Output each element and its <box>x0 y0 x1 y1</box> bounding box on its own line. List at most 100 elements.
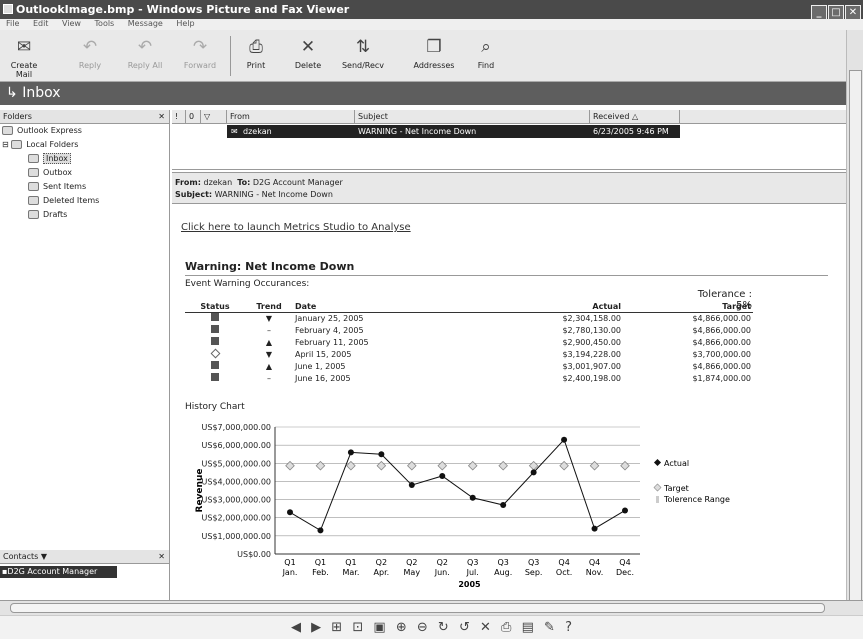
actual-point <box>439 472 446 479</box>
attachment-column[interactable]: 0 <box>186 110 201 123</box>
sent-items-icon <box>28 182 39 191</box>
delete-image-icon[interactable]: ✕ <box>480 620 491 635</box>
maximize-icon[interactable]: □ <box>828 5 844 19</box>
addresses-button[interactable]: ❐ Addresses <box>410 33 458 70</box>
folder-tree: Outlook Express ⊟ Local Folders Inbox Ou… <box>0 124 169 222</box>
flag-column[interactable]: ▽ <box>201 110 227 123</box>
find-label: Find <box>477 61 495 70</box>
actual-point <box>591 525 598 532</box>
received-column[interactable]: Received △ <box>590 110 680 123</box>
contact-item[interactable]: ▪D2G Account Manager <box>0 566 117 578</box>
vertical-scrollbar[interactable] <box>846 30 863 605</box>
folder-outbox[interactable]: Outbox <box>0 166 169 180</box>
horizontal-scrollbar[interactable] <box>0 600 863 615</box>
close-contacts-icon[interactable]: ✕ <box>158 550 165 563</box>
contacts-header[interactable]: Contacts ▼ ✕ <box>0 550 169 564</box>
target-point <box>437 460 448 471</box>
actual-point <box>500 502 507 509</box>
x-tick-month: Dec. <box>616 568 634 577</box>
edit-icon[interactable]: ✎ <box>544 620 555 635</box>
minimize-icon[interactable]: _ <box>811 5 827 19</box>
menu-bar: File Edit View Tools Message Help <box>0 19 863 30</box>
x-tick-quarter: Q2 <box>437 558 448 567</box>
print-button[interactable]: ⎙ Print <box>238 33 274 70</box>
legend-target-marker <box>653 483 662 492</box>
send-receive-button[interactable]: ⇅ Send/Recv <box>340 33 386 70</box>
target-cell: $1,874,000.00 <box>692 373 751 383</box>
from-column[interactable]: From <box>227 110 355 123</box>
app-icon <box>3 4 13 14</box>
message-row[interactable]: ✉ dzekan WARNING - Net Income Down 6/23/… <box>227 125 680 138</box>
event-table: Status Trend Date Actual Target ▼ January… <box>185 301 753 384</box>
reply-button[interactable]: ↶ Reply <box>72 33 108 70</box>
x-tick-month: Jul. <box>466 568 479 577</box>
collapse-icon[interactable]: ⊟ <box>2 140 11 149</box>
folders-panel: Folders ✕ Outlook Express ⊟ Local Folder… <box>0 110 170 600</box>
event-table-header: Status Trend Date Actual Target <box>185 301 753 313</box>
next-image-icon[interactable]: ▶ <box>311 620 321 635</box>
rotate-counterclockwise-icon[interactable]: ↺ <box>459 620 470 635</box>
reply-label: Reply <box>78 61 102 70</box>
message-list-header: ! 0 ▽ From Subject Received △ <box>172 110 846 124</box>
find-button[interactable]: ⌕ Find <box>470 33 502 70</box>
legend-tolerance-marker <box>656 496 659 503</box>
trend-cell: ▲ <box>265 337 273 347</box>
x-tick-month: Jan. <box>282 568 298 577</box>
previous-image-icon[interactable]: ◀ <box>291 620 301 635</box>
actual-point <box>530 469 537 476</box>
warning-title: Warning: Net Income Down <box>185 260 828 276</box>
actual-size-icon[interactable]: ⊡ <box>352 620 363 635</box>
priority-column[interactable]: ! <box>172 110 186 123</box>
delete-button[interactable]: ✕ Delete <box>290 33 326 70</box>
date-cell: February 4, 2005 <box>295 325 364 335</box>
subject-column[interactable]: Subject <box>355 110 590 123</box>
folder-drafts[interactable]: Drafts <box>0 208 169 222</box>
x-tick-month: Mar. <box>342 568 359 577</box>
send-receive-icon: ⇅ <box>355 37 371 57</box>
date-cell: February 11, 2005 <box>295 337 369 347</box>
addresses-label: Addresses <box>413 61 455 70</box>
zoom-out-icon[interactable]: ⊖ <box>417 620 428 635</box>
event-row: – February 4, 2005 $2,780,130.00 $4,866,000… <box>185 324 753 336</box>
target-cell: $3,700,000.00 <box>692 349 751 359</box>
best-fit-icon[interactable]: ⊞ <box>331 620 342 635</box>
event-row: ▼ April 15, 2005 $3,194,228.00 $3,700,000.0… <box>185 348 753 360</box>
horizontal-scroll-thumb[interactable] <box>10 603 825 613</box>
trend-cell: ▼ <box>265 313 273 323</box>
menu-tools[interactable]: Tools <box>95 19 115 28</box>
close-folders-icon[interactable]: ✕ <box>158 110 165 123</box>
save-icon[interactable]: ▤ <box>522 620 534 635</box>
folder-outlook-express[interactable]: Outlook Express <box>0 124 169 138</box>
folder-inbox[interactable]: Inbox <box>0 152 169 166</box>
rotate-clockwise-icon[interactable]: ↻ <box>438 620 449 635</box>
menu-help[interactable]: Help <box>176 19 194 28</box>
print-image-icon[interactable]: ⎙ <box>501 620 511 635</box>
launch-metrics-link[interactable]: Click here to launch Metrics Studio to A… <box>181 222 411 233</box>
menu-view[interactable]: View <box>62 19 81 28</box>
menu-message[interactable]: Message <box>128 19 163 28</box>
menu-edit[interactable]: Edit <box>33 19 49 28</box>
x-tick-month: Apr. <box>374 568 390 577</box>
forward-button[interactable]: ↷ Forward <box>180 33 220 70</box>
scroll-thumb[interactable] <box>849 70 862 605</box>
close-icon[interactable]: ✕ <box>845 5 861 19</box>
status-square-icon <box>211 373 219 381</box>
target-point <box>346 460 356 471</box>
actual-point <box>347 449 354 456</box>
folder-sent-items[interactable]: Sent Items <box>0 180 169 194</box>
zoom-in-icon[interactable]: ⊕ <box>396 620 407 635</box>
target-cell: $4,866,000.00 <box>692 313 751 323</box>
reply-all-button[interactable]: ↶ Reply All <box>125 33 165 70</box>
help-icon[interactable]: ? <box>565 620 572 635</box>
actual-cell: $2,780,130.00 <box>562 325 621 335</box>
message-list: ! 0 ▽ From Subject Received △ ✉ dzekan W… <box>172 110 846 170</box>
folder-title: Inbox <box>22 85 61 101</box>
slideshow-icon[interactable]: ▣ <box>373 620 385 635</box>
create-mail-button[interactable]: ✉ Create Mail <box>4 33 44 79</box>
actual-point <box>561 436 568 443</box>
folder-local-folders[interactable]: ⊟ Local Folders <box>0 138 169 152</box>
actual-series-line <box>289 438 626 532</box>
forward-icon: ↷ <box>192 37 208 57</box>
folder-deleted-items[interactable]: Deleted Items <box>0 194 169 208</box>
menu-file[interactable]: File <box>6 19 19 28</box>
